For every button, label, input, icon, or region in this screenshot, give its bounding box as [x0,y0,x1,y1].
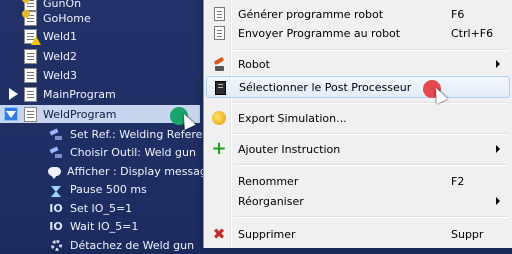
collapse-arrow-icon[interactable] [4,107,18,121]
frame-icon [48,127,64,141]
instruction-display-message[interactable]: Afficher : Display message [0,162,214,180]
export-icon [211,110,227,126]
program-warning-icon [24,28,41,45]
submenu-arrow-icon [496,145,500,153]
context-menu: Générer programme robot F6 Envoyer Progr… [203,0,512,248]
menu-separator [234,216,508,217]
robot-icon [48,145,64,159]
instruction-label: Pause 500 ms [70,182,147,196]
instruction-set-ref[interactable]: Set Ref.: Welding Refere [0,125,210,143]
instruction-label: Détachez de Weld gun [70,238,195,252]
speech-icon [48,164,61,179]
program-icon [24,106,37,122]
submenu-arrow-icon [496,197,500,205]
tree-item-label: WeldProgram [43,107,117,121]
menu-item-shortcut: F6 [451,7,465,21]
menu-separator [234,49,508,50]
menu-item-label: Envoyer Programme au robot [238,26,401,40]
menu-item-rename[interactable]: Renommer F2 [206,170,510,192]
tree-item-label: Weld3 [43,68,78,82]
program-icon [24,67,37,83]
delete-icon: ✖ [212,225,226,243]
menu-separator [234,133,508,134]
program-icon [22,9,37,26]
menu-item-reorganize[interactable]: Réorganiser [206,190,510,212]
menu-item-label: Export Simulation... [238,111,347,125]
menu-item-select-post-processor[interactable]: Sélectionner le Post Processeur [206,76,510,98]
document-icon [211,25,227,41]
menu-item-export-simulation[interactable]: Export Simulation... [206,107,510,129]
menu-separator [234,164,508,165]
tree-item-label: GoHome [43,11,91,25]
menu-item-label: Générer programme robot [238,7,384,21]
menu-item-label: Supprimer [238,227,296,241]
tree-item-label: MainProgram [43,87,116,101]
robot-icon [211,56,227,72]
instruction-set-io[interactable]: IO Set IO_5=1 [0,199,210,217]
menu-item-shortcut: Ctrl+F6 [451,26,494,40]
menu-item-label: Sélectionner le Post Processeur [239,80,412,94]
menu-item-delete[interactable]: ✖ Supprimer Suppr [206,223,510,245]
expand-arrow-icon[interactable] [6,87,20,101]
menu-item-shortcut: F2 [451,174,465,188]
plus-icon: + [211,138,227,159]
instruction-label: Choisir Outil: Weld gun [70,145,196,159]
instruction-label: Set IO_5=1 [70,201,133,215]
instruction-choose-tool[interactable]: Choisir Outil: Weld gun [0,143,210,161]
document-icon [211,6,227,22]
menu-item-label: Réorganiser [238,194,304,208]
program-icon [24,48,37,64]
io-icon: IO [49,201,63,215]
submenu-arrow-icon [496,60,500,68]
gear-icon [48,238,64,252]
tree-item-mainprogram[interactable]: MainProgram [0,85,210,103]
program-icon [24,86,37,102]
instruction-label: Set Ref.: Welding Refere [70,127,203,141]
tree-item-weld3[interactable]: Weld3 [0,66,210,84]
instruction-label: Wait IO_5=1 [70,219,139,233]
instruction-label: Afficher : Display message [67,164,214,178]
io-icon: IO [49,219,63,233]
menu-item-shortcut: Suppr [451,227,484,241]
instruction-pause[interactable]: Pause 500 ms [0,180,210,198]
post-processor-icon [212,80,228,96]
tree-item-label: Weld1 [43,29,78,43]
menu-separator [234,102,508,103]
instruction-wait-io[interactable]: IO Wait IO_5=1 [0,217,210,235]
tree-item-weld2[interactable]: Weld2 [0,47,210,65]
menu-item-label: Ajouter Instruction [238,142,341,156]
menu-item-label: Robot [238,57,270,71]
tree-item-label: Weld2 [43,49,78,63]
menu-item-add-instruction[interactable]: + Ajouter Instruction [206,138,510,160]
tree-item-gohome[interactable]: GoHome [0,9,210,27]
instruction-detach[interactable]: Détachez de Weld gun [0,236,210,254]
tree-item-weld1[interactable]: Weld1 [0,27,210,45]
menu-item-robot[interactable]: Robot [206,53,510,75]
menu-item-send-program[interactable]: Envoyer Programme au robot Ctrl+F6 [206,22,510,44]
hourglass-icon [48,182,64,197]
menu-item-label: Renommer [238,174,299,188]
